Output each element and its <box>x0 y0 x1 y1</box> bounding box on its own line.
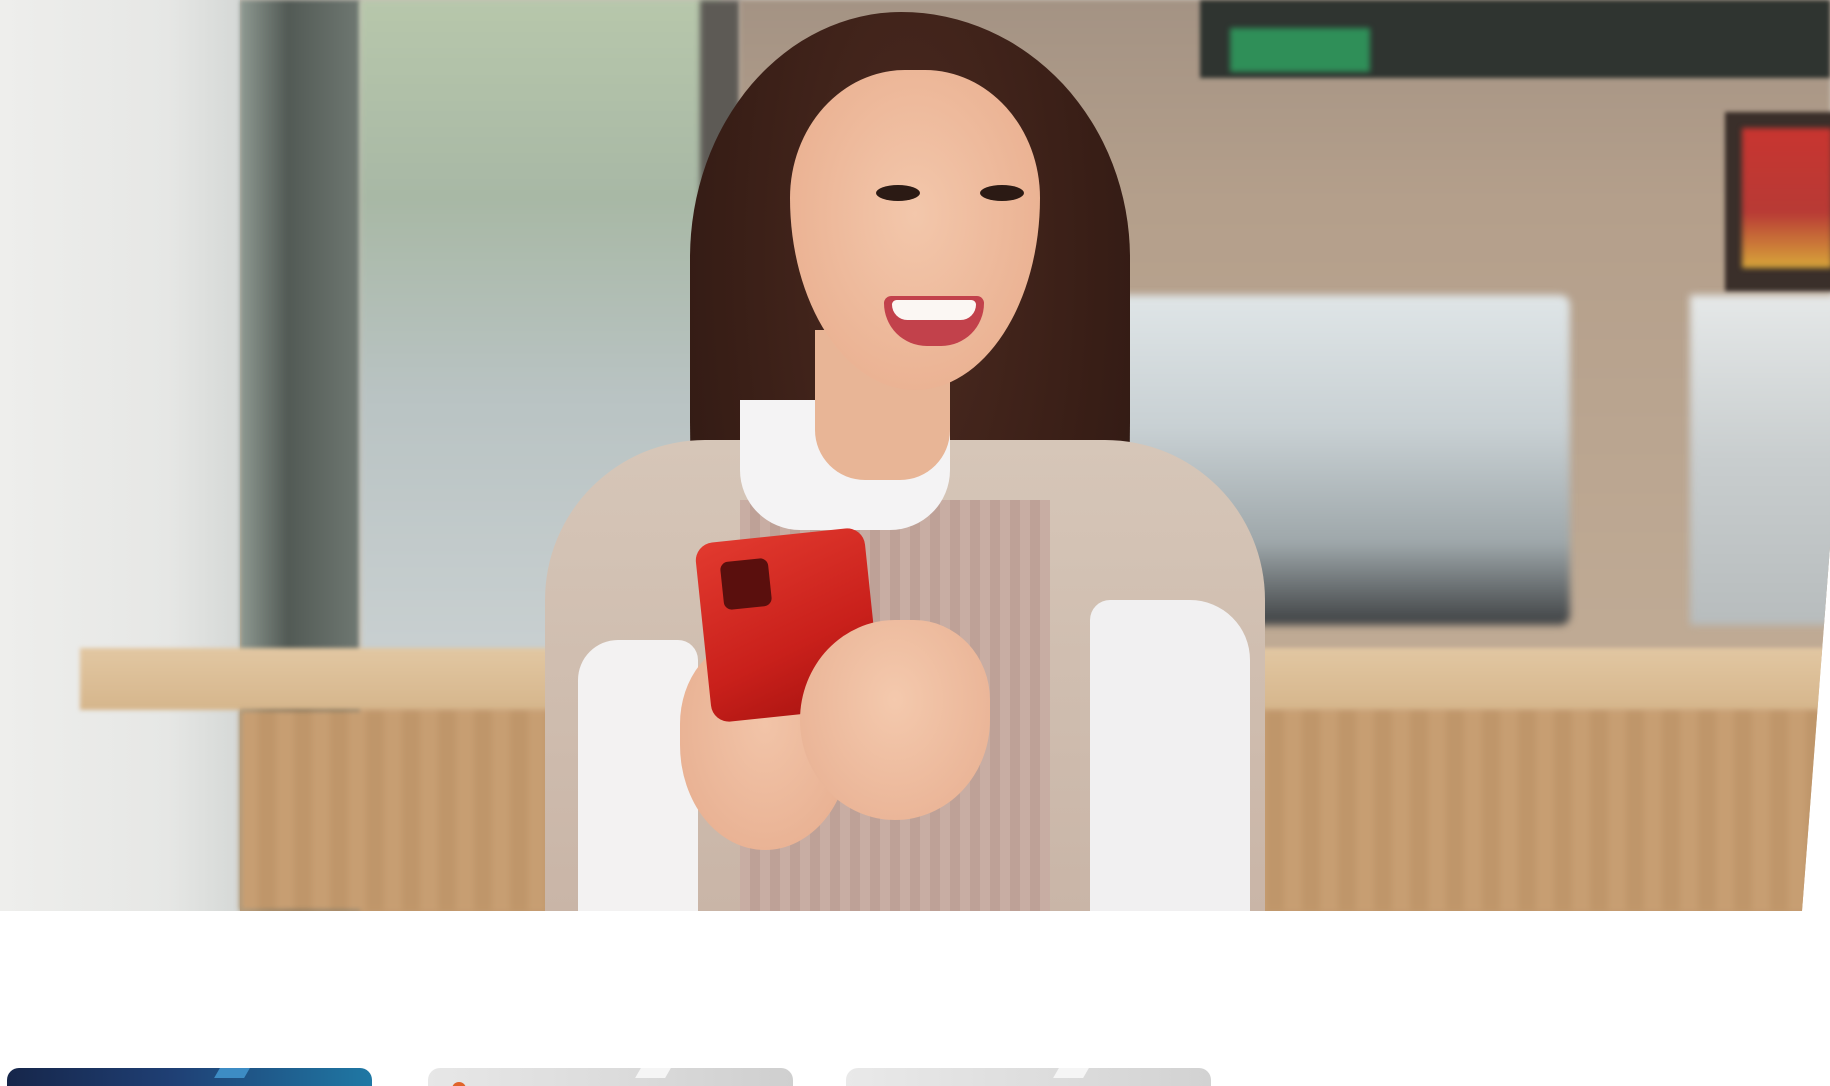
background-wall <box>0 0 240 911</box>
card-shine <box>214 1068 250 1078</box>
hero-banner-image <box>0 0 1830 911</box>
person-smile <box>892 300 976 320</box>
person-hand-right <box>800 620 990 820</box>
credit-card-silver-thumbnail[interactable] <box>428 1068 793 1086</box>
card-shine <box>1053 1068 1089 1078</box>
card-shine <box>635 1068 671 1078</box>
credit-card-blue-thumbnail[interactable] <box>7 1068 372 1086</box>
page <box>0 0 1830 1086</box>
person-shirt-sleeve-left <box>578 640 698 911</box>
person-eye-left <box>876 185 920 201</box>
background-poster-art <box>1742 128 1830 268</box>
card-logo-icon <box>452 1082 466 1086</box>
background-appliance <box>1690 295 1830 625</box>
phone-camera-icon <box>719 557 773 611</box>
background-menu-sign <box>1230 28 1370 72</box>
person-shirt-sleeve-right <box>1090 600 1250 911</box>
person-eye-right <box>980 185 1024 201</box>
credit-card-silver-thumbnail-2[interactable] <box>846 1068 1211 1086</box>
